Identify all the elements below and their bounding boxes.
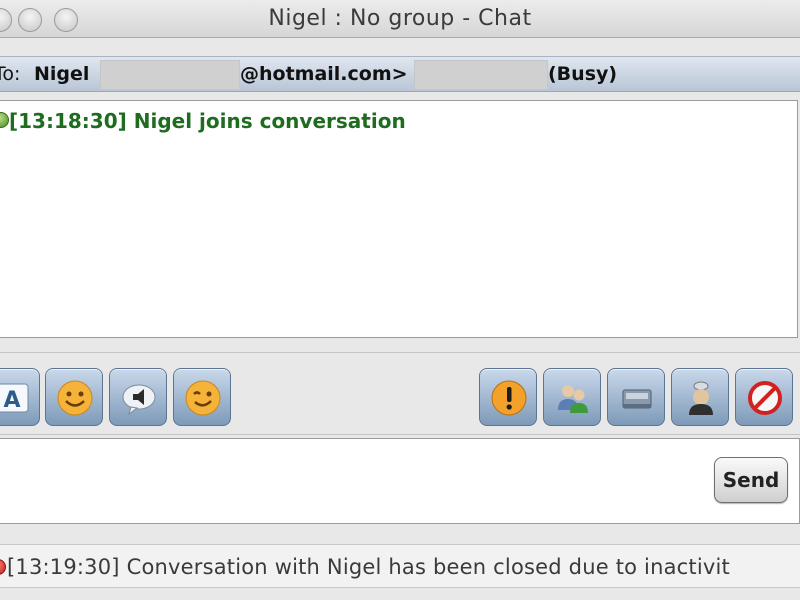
webcam-button[interactable] <box>671 368 729 426</box>
font-icon-letter: A <box>3 388 20 413</box>
recipient-name: Nigel <box>34 63 90 85</box>
conversation-area[interactable]: [13:18:30] Nigel joins conversation <box>0 100 798 338</box>
block-icon <box>748 381 782 415</box>
to-label: To: <box>0 63 21 85</box>
redacted-nickname <box>414 60 548 90</box>
block-button[interactable] <box>735 368 793 426</box>
send-button[interactable]: Send <box>714 457 788 503</box>
divider <box>0 434 800 435</box>
status-message: [13:19:30] Conversation with Nigel has b… <box>7 555 730 579</box>
nudge-button[interactable] <box>109 368 167 426</box>
wink-icon <box>185 380 221 416</box>
message-input[interactable] <box>0 438 800 524</box>
font-icon: A <box>0 383 29 413</box>
divider <box>0 352 800 353</box>
alert-button[interactable] <box>479 368 537 426</box>
emoticon-button[interactable] <box>45 368 103 426</box>
contacts-icon <box>558 385 588 413</box>
smiley-icon <box>57 380 93 416</box>
status-bar: [13:19:30] Conversation with Nigel has b… <box>0 544 800 588</box>
recipient-email-domain: @hotmail.com> <box>240 63 408 85</box>
warning-icon <box>491 380 527 416</box>
invite-contacts-button[interactable] <box>543 368 601 426</box>
file-transfer-icon <box>622 389 652 409</box>
red-dot-icon <box>0 559 6 575</box>
webcam-icon <box>689 381 713 415</box>
green-dot-icon <box>0 112 9 128</box>
nudge-icon <box>122 384 156 416</box>
wink-button[interactable] <box>173 368 231 426</box>
font-button[interactable]: A <box>0 368 40 426</box>
recipient-bar: To: Nigel @hotmail.com> (Busy) <box>0 56 800 92</box>
window-title: Nigel : No group - Chat <box>268 6 532 31</box>
recipient-status: (Busy) <box>548 63 618 85</box>
redacted-email <box>100 60 240 90</box>
title-bar: Nigel : No group - Chat <box>0 0 800 38</box>
join-message: [13:18:30] Nigel joins conversation <box>9 109 406 133</box>
send-file-button[interactable] <box>607 368 665 426</box>
